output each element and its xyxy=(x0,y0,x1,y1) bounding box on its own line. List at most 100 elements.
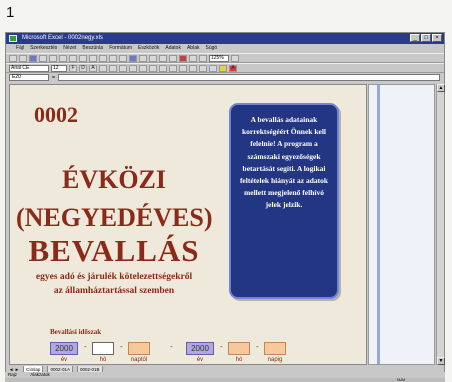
merge-center-icon[interactable] xyxy=(129,64,137,72)
menu-bar: Fájl Szerkesztés Nézet Beszúrás Formátum… xyxy=(6,44,444,53)
drawing-icon[interactable] xyxy=(199,54,207,62)
paste-icon[interactable] xyxy=(89,54,97,62)
map-icon[interactable] xyxy=(189,54,197,62)
draw-menu[interactable]: Rajz xyxy=(8,372,17,377)
fill-color-icon[interactable] xyxy=(219,64,227,72)
currency-icon[interactable] xyxy=(139,64,147,72)
period-end-month-field[interactable] xyxy=(228,342,250,355)
increase-indent-icon[interactable] xyxy=(199,64,207,72)
formula-input[interactable] xyxy=(57,74,440,81)
day-from-label: naptól xyxy=(130,357,148,363)
new-icon[interactable] xyxy=(9,54,17,62)
day-until-label: napig xyxy=(267,357,283,363)
subtitle-line1: egyes adó és járulék kötelezettségekről xyxy=(35,272,193,282)
undo-icon[interactable] xyxy=(109,54,117,62)
menu-insert[interactable]: Beszúrás xyxy=(82,44,103,53)
window-title: Microsoft Excel - 0002negy.xls xyxy=(22,35,103,41)
save-icon[interactable] xyxy=(29,54,37,62)
menu-help[interactable]: Súgó xyxy=(205,44,217,53)
close-button[interactable]: × xyxy=(432,34,442,42)
increase-decimal-icon[interactable] xyxy=(169,64,177,72)
font-size-select[interactable]: 12 xyxy=(51,64,67,72)
year-label: év xyxy=(196,357,204,363)
minimize-button[interactable]: _ xyxy=(410,34,420,42)
bold-icon[interactable]: F xyxy=(69,64,77,72)
help-icon[interactable] xyxy=(231,54,239,62)
copy-icon[interactable] xyxy=(79,54,87,62)
period-dash: - xyxy=(220,342,223,351)
period-start-day-field[interactable] xyxy=(128,342,150,355)
menu-edit[interactable]: Szerkesztés xyxy=(30,44,57,53)
title-line2: (NEGYEDÉVES) xyxy=(16,203,213,232)
percent-icon[interactable] xyxy=(149,64,157,72)
period-start-year-field[interactable]: 2000 xyxy=(50,342,78,355)
scroll-up-icon[interactable]: ▲ xyxy=(437,84,445,92)
info-box: A bevallás adatainak korrektségéért Önne… xyxy=(229,103,339,299)
formula-bar: E20 = xyxy=(6,73,444,82)
sort-asc-icon[interactable] xyxy=(159,54,167,62)
align-left-icon[interactable] xyxy=(99,64,107,72)
period-dash: - xyxy=(256,342,259,351)
hyperlink-icon[interactable] xyxy=(129,54,137,62)
excel-window: Microsoft Excel - 0002negy.xls _ □ × Fáj… xyxy=(5,32,445,373)
scroll-down-icon[interactable]: ▼ xyxy=(437,357,445,365)
margin-bar xyxy=(377,85,380,364)
format-painter-icon[interactable] xyxy=(99,54,107,62)
spelling-icon[interactable] xyxy=(59,54,67,62)
menu-file[interactable]: Fájl xyxy=(16,44,24,53)
menu-tools[interactable]: Eszközök xyxy=(138,44,159,53)
function-icon[interactable] xyxy=(149,54,157,62)
year-label: év xyxy=(60,357,68,363)
vertical-scrollbar[interactable]: ▲ ▼ xyxy=(436,84,445,365)
preview-icon[interactable] xyxy=(49,54,57,62)
borders-icon[interactable] xyxy=(209,64,217,72)
decrease-decimal-icon[interactable] xyxy=(179,64,187,72)
subtitle-line2: az államháztartással szemben xyxy=(53,286,175,296)
period-end-day-field[interactable] xyxy=(264,342,286,355)
month-label: hó xyxy=(99,357,107,363)
align-right-icon[interactable] xyxy=(119,64,127,72)
excel-app-icon xyxy=(9,35,17,42)
name-box[interactable]: E20 xyxy=(9,74,49,81)
chart-wizard-icon[interactable] xyxy=(179,54,187,62)
status-bar: NUM xyxy=(5,378,445,382)
figure-number: 1 xyxy=(6,4,15,21)
redo-icon[interactable] xyxy=(119,54,127,62)
sort-desc-icon[interactable] xyxy=(169,54,177,62)
period-dash: - xyxy=(170,342,173,351)
title-bar: Microsoft Excel - 0002negy.xls _ □ × xyxy=(6,33,444,44)
italic-icon[interactable]: D xyxy=(79,64,87,72)
period-end-year-field[interactable]: 2000 xyxy=(186,342,214,355)
period-start-month-field[interactable] xyxy=(92,342,114,355)
cut-icon[interactable] xyxy=(69,54,77,62)
period-dash: - xyxy=(120,342,123,351)
period-dash: - xyxy=(84,342,87,351)
comma-icon[interactable] xyxy=(159,64,167,72)
month-label: hó xyxy=(235,357,243,363)
decrease-indent-icon[interactable] xyxy=(189,64,197,72)
zoom-select[interactable]: 125% xyxy=(209,54,229,62)
font-name-select[interactable]: Arial CE xyxy=(9,64,49,72)
period-label: Bevallási időszak xyxy=(50,328,102,336)
autoshapes-menu[interactable]: Alakzatok xyxy=(30,372,50,377)
form-code: 0002 xyxy=(34,102,78,127)
menu-window[interactable]: Ablak xyxy=(187,44,200,53)
autosum-icon[interactable] xyxy=(139,54,147,62)
standard-toolbar: 125% xyxy=(6,53,444,63)
print-icon[interactable] xyxy=(39,54,47,62)
sheet-margin-pane xyxy=(368,84,435,365)
underline-icon[interactable]: A xyxy=(89,64,97,72)
font-color-icon[interactable]: A xyxy=(229,64,237,72)
maximize-button[interactable]: □ xyxy=(421,34,431,42)
fx-symbol: = xyxy=(52,74,55,81)
menu-format[interactable]: Formátum xyxy=(109,44,132,53)
worksheet-area[interactable]: 0002 ÉVKÖZI (NEGYEDÉVES) BEVALLÁS egyes … xyxy=(9,84,367,365)
title-line3: BEVALLÁS xyxy=(28,233,200,268)
align-center-icon[interactable] xyxy=(109,64,117,72)
title-line1: ÉVKÖZI xyxy=(61,165,167,194)
formatting-toolbar: Arial CE 12 F D A A xyxy=(6,63,444,73)
open-icon[interactable] xyxy=(19,54,27,62)
menu-data[interactable]: Adatok xyxy=(165,44,181,53)
menu-view[interactable]: Nézet xyxy=(63,44,76,53)
num-lock-indicator: NUM xyxy=(397,378,405,382)
